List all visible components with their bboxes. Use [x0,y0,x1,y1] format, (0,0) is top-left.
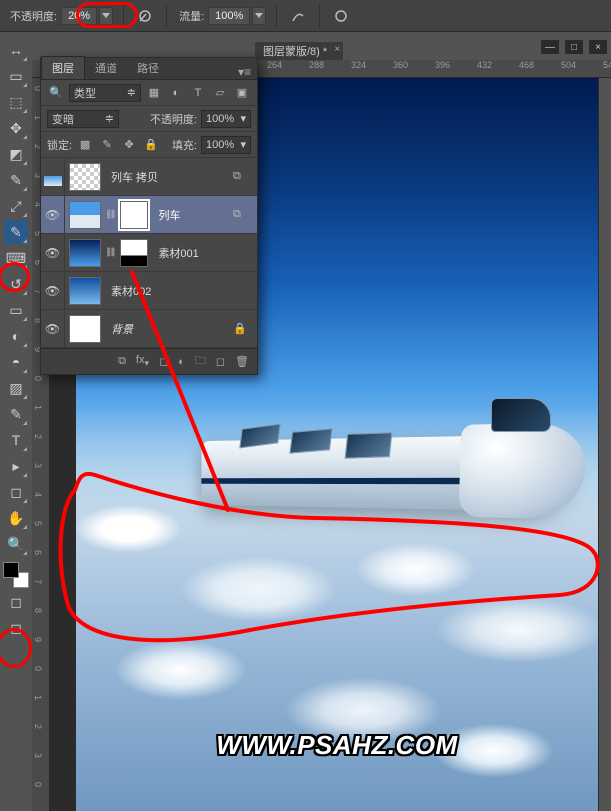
kind-select[interactable]: 类型≑ [69,84,141,102]
lock-position-icon[interactable]: ✥ [120,136,138,154]
adjustment-layer-icon[interactable]: ◐ [178,356,185,368]
tool-7[interactable]: ✎ [4,220,28,244]
filter-icon[interactable]: 🔍 [47,84,65,102]
layer-name[interactable]: 列车 [152,207,233,223]
pressure-opacity-icon[interactable] [134,5,156,27]
minimize-button[interactable]: — [541,40,559,54]
filter-adjust-icon[interactable]: ◐ [167,84,185,102]
layers-panel: 图层 通道 路径 ▾≡ 🔍 类型≑ ▦ ◐ T ▱ ▣ 变暗≑ 不透明度: 10… [40,57,258,375]
tool-3[interactable]: ✥ [4,116,28,140]
layer-row[interactable]: 👁背景🔒 [41,310,257,348]
tab-paths[interactable]: 路径 [127,57,169,79]
filter-shape-icon[interactable]: ▱ [211,84,229,102]
tool-2[interactable]: ⬚ [4,90,28,114]
tool-0[interactable]: ↔ [4,38,28,62]
toolbox: ↔▭⬚✥◩✎⤢✎⌨↺▭◐◓▨✎T▸◻✋🔍◻◻ [0,32,32,640]
flow-dropdown[interactable] [252,7,266,25]
visibility-icon[interactable]: 👁 [41,310,65,348]
layer-name[interactable]: 背景 [105,321,233,337]
airbrush-icon[interactable] [287,5,309,27]
layer-list: 列车 拷贝⧉👁⛓列车⧉👁⛓素材001👁素材002👁背景🔒 [41,158,257,348]
screenmode-icon[interactable]: ◻ [4,616,28,640]
tab-channels[interactable]: 通道 [85,57,127,79]
delete-layer-icon[interactable]: 🗑 [235,355,249,368]
link-layers-icon[interactable]: ⧉ [118,355,126,368]
tool-15[interactable]: T [4,428,28,452]
tool-9[interactable]: ↺ [4,272,28,296]
opacity-dropdown[interactable] [99,7,113,25]
tool-4[interactable]: ◩ [4,142,28,166]
layer-thumb[interactable] [69,315,101,343]
document-title: 图层蒙版/8) * [263,43,327,59]
document-tab[interactable]: 图层蒙版/8) * × [255,42,343,60]
layer-name[interactable]: 素材001 [152,245,249,261]
watermark: WWW.PSAHZ.COM [216,730,457,761]
layer-row[interactable]: 👁⛓素材001 [41,234,257,272]
tab-layers[interactable]: 图层 [41,56,85,79]
visibility-icon[interactable]: 👁 [41,272,65,310]
train-image [176,378,576,558]
lock-all-icon[interactable]: 🔒 [142,136,160,154]
visibility-icon[interactable]: 👁 [41,196,65,234]
link-icon: ⧉ [233,208,249,221]
layer-thumb[interactable] [69,239,101,267]
layer-mask-thumb[interactable] [120,239,148,267]
layer-group-icon[interactable]: 🗀 [195,352,206,371]
tool-19[interactable]: 🔍 [4,532,28,556]
fill-value[interactable]: 100%▾ [201,136,251,154]
visibility-icon[interactable]: 👁 [41,234,65,272]
filter-type-icon[interactable]: T [189,84,207,102]
layer-row[interactable]: 列车 拷贝⧉ [41,158,257,196]
fill-label: 填充: [172,137,197,153]
layer-opacity-value[interactable]: 100%▾ [201,110,251,128]
new-layer-icon[interactable]: ◻ [216,355,225,368]
color-swatches[interactable] [3,562,29,588]
quickmask-icon[interactable]: ◻ [4,590,28,614]
layer-row[interactable]: 👁 素材002 [41,272,257,310]
tool-12[interactable]: ◓ [4,350,28,374]
panel-menu-icon[interactable]: ▾≡ [232,65,257,79]
filter-smart-icon[interactable]: ▣ [233,84,251,102]
tool-10[interactable]: ▭ [4,298,28,322]
lock-label: 锁定: [47,137,72,153]
layer-opacity-label: 不透明度: [150,111,197,127]
tool-16[interactable]: ▸ [4,454,28,478]
flow-label: 流量: [179,8,204,24]
link-icon: ⧉ [233,170,249,183]
layer-thumb[interactable] [69,277,101,305]
layer-thumb[interactable] [69,201,101,229]
opacity-value[interactable]: 20% [61,7,97,25]
tool-14[interactable]: ✎ [4,402,28,426]
close-icon[interactable]: × [334,44,340,55]
layer-thumb[interactable] [69,163,101,191]
tool-6[interactable]: ⤢ [4,194,28,218]
tool-5[interactable]: ✎ [4,168,28,192]
maximize-button[interactable]: □ [565,40,583,54]
opacity-label: 不透明度: [10,8,57,24]
filter-pixel-icon[interactable]: ▦ [145,84,163,102]
close-button[interactable]: × [589,40,607,54]
layer-mask-thumb[interactable] [120,201,148,229]
tool-13[interactable]: ▨ [4,376,28,400]
flow-value[interactable]: 100% [208,7,250,25]
tool-18[interactable]: ✋ [4,506,28,530]
pressure-size-icon[interactable] [330,5,352,27]
layer-name[interactable]: 素材002 [105,283,249,299]
lock-transparent-icon[interactable]: ▩ [76,136,94,154]
options-bar: 不透明度: 20% 流量: 100% [0,0,611,32]
tool-11[interactable]: ◐ [4,324,28,348]
layer-name[interactable]: 列车 拷贝 [105,169,233,185]
blend-mode-select[interactable]: 变暗≑ [47,110,119,128]
layer-fx-icon[interactable]: fx▾ [136,354,149,369]
tool-17[interactable]: ◻ [4,480,28,504]
tool-8[interactable]: ⌨ [4,246,28,270]
lock-paint-icon[interactable]: ✎ [98,136,116,154]
layer-mask-icon[interactable]: ◻ [159,355,168,368]
layer-row[interactable]: 👁⛓列车⧉ [41,196,257,234]
tool-1[interactable]: ▭ [4,64,28,88]
